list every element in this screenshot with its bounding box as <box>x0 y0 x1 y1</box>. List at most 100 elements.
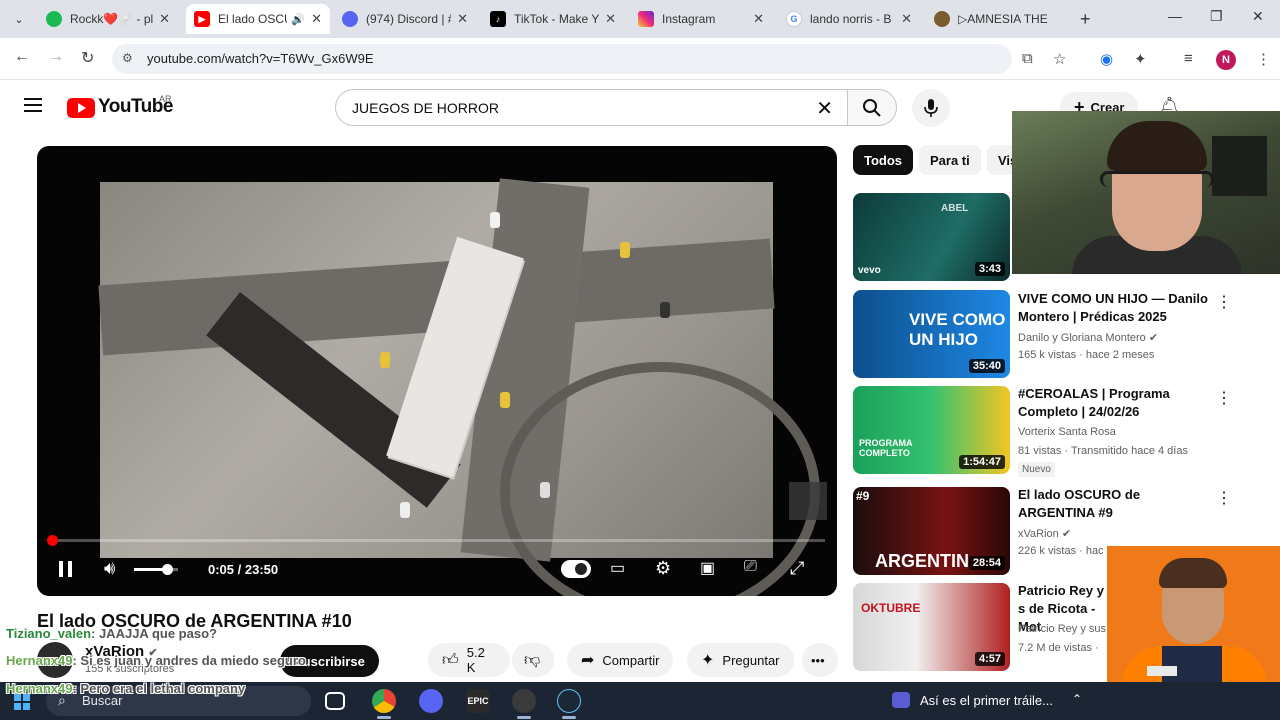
clear-search-icon[interactable]: ✕ <box>816 96 833 121</box>
extensions-icon[interactable]: ✦ <box>1134 50 1147 68</box>
tab-instagram[interactable]: Instagram ✕ <box>630 4 772 34</box>
youtube-icon: ▶ <box>194 11 210 27</box>
profile-avatar[interactable]: N <box>1216 50 1236 70</box>
headset <box>1100 171 1214 187</box>
tab-search-icon[interactable]: ⌄ <box>8 8 30 30</box>
cast-icon[interactable]: ⎚ <box>744 558 757 576</box>
tab-youtube-active[interactable]: ▶ El lado OSCU 🔊 ✕ <box>186 4 330 34</box>
close-tab-icon[interactable]: ✕ <box>457 11 468 27</box>
minimize-icon[interactable]: — <box>1168 8 1182 24</box>
more-vertical-icon[interactable]: ⋮ <box>1216 388 1232 408</box>
instagram-icon <box>638 11 654 27</box>
more-vertical-icon[interactable]: ⋮ <box>1216 292 1232 312</box>
chat-message: Tiziano_valen: JAAJJA que paso? <box>6 626 217 641</box>
spotify-icon <box>46 11 62 27</box>
rec-channel[interactable]: Patricio Rey y sus <box>1018 623 1106 635</box>
rec-thumbnail[interactable]: ABEL vevo 3:43 <box>853 193 1010 281</box>
media-controls-icon[interactable]: ≡ <box>1184 50 1193 67</box>
close-tab-icon[interactable]: ✕ <box>311 11 322 27</box>
youtube-logo-icon[interactable] <box>67 98 95 118</box>
chip-todos[interactable]: Todos <box>853 145 914 175</box>
close-tab-icon[interactable]: ✕ <box>753 11 764 27</box>
epic-games-icon[interactable]: EPIC <box>466 689 490 713</box>
browser-toolbar: ← → ↻ ⚙ youtube.com/watch?v=T6Wv_Gx6W9E … <box>0 38 1280 80</box>
extension-active-icon[interactable]: ◉ <box>1100 50 1113 68</box>
more-actions-button[interactable]: ••• <box>802 643 838 677</box>
close-tab-icon[interactable]: ✕ <box>901 11 912 27</box>
close-window-icon[interactable]: ✕ <box>1252 8 1264 25</box>
hamburger-menu-icon[interactable] <box>24 98 42 112</box>
search-input[interactable]: JUEGOS DE HORROR ✕ <box>335 89 847 126</box>
audio-playing-icon[interactable]: 🔊 <box>291 13 305 26</box>
install-app-icon[interactable]: ⧉ <box>1022 50 1033 67</box>
rec-meta: 81 vistas · Transmitido hace 4 días <box>1018 445 1188 457</box>
rec-title[interactable]: El lado OSCURO de ARGENTINA #9 <box>1018 486 1208 522</box>
chrome-icon[interactable] <box>372 689 396 713</box>
obs-icon[interactable] <box>512 689 536 713</box>
voice-search-button[interactable] <box>912 89 950 127</box>
rec-thumbnail[interactable]: #9 ARGENTIN 28:54 <box>853 487 1010 575</box>
tab-google[interactable]: G lando norris - B ✕ <box>778 4 920 34</box>
back-icon[interactable]: ← <box>14 48 30 66</box>
theater-mode-icon[interactable]: ▣ <box>700 558 715 578</box>
rec-thumbnail[interactable]: OKTUBRE 4:57 <box>853 583 1010 671</box>
rec-channel[interactable]: Danilo y Gloriana Montero ✔ <box>1018 331 1213 344</box>
close-tab-icon[interactable]: ✕ <box>159 11 170 27</box>
dislike-button[interactable]: 👎︎ <box>512 643 554 677</box>
reload-icon[interactable]: ↻ <box>81 48 94 68</box>
sparkle-icon: ✦ <box>701 652 715 669</box>
new-tab-button[interactable]: + <box>1080 9 1091 30</box>
search-button[interactable] <box>847 89 897 126</box>
country-code: AR <box>159 94 172 104</box>
rec-channel[interactable]: Vorterix Santa Rosa <box>1018 426 1213 438</box>
tab-amnesia[interactable]: ▷AMNESIA THE <box>926 4 1074 34</box>
video-player[interactable]: 🔊︎ 0:05 / 23:50 ▭ ⚙ ▣ ⎚ ⤢ <box>37 146 837 596</box>
like-button[interactable]: 👍︎ 5.2 K <box>428 643 510 677</box>
media-app-icon <box>892 692 910 708</box>
ask-button[interactable]: ✦ Preguntar <box>687 643 794 677</box>
steam-icon[interactable] <box>557 689 581 713</box>
rec-thumbnail[interactable]: PROGRAMA COMPLETO 1:54:47 <box>853 386 1010 474</box>
rec-thumbnail[interactable]: VIVE COMO UN HIJO 35:40 <box>853 290 1010 378</box>
tab-tiktok[interactable]: ♪ TikTok - Make Y ✕ <box>482 4 624 34</box>
subtitles-icon[interactable]: ▭ <box>610 558 625 578</box>
site-info-icon[interactable]: ⚙ <box>122 51 133 65</box>
verified-badge-icon: ✔ <box>1148 332 1159 344</box>
more-vertical-icon[interactable]: ⋮ <box>1216 488 1232 508</box>
progress-bar[interactable] <box>46 535 825 546</box>
fullscreen-icon[interactable]: ⤢ <box>790 558 804 579</box>
discord-icon <box>342 11 358 27</box>
share-button[interactable]: ➦ Compartir <box>567 643 674 677</box>
restore-icon[interactable]: ❐ <box>1210 8 1223 25</box>
verified-badge-icon: ✔ <box>1061 528 1072 540</box>
windows-start-icon[interactable] <box>14 694 30 710</box>
share-arrow-icon: ➦ <box>581 652 595 669</box>
tab-discord[interactable]: (974) Discord | # ✕ <box>334 4 476 34</box>
bookmark-star-icon[interactable]: ☆ <box>1053 50 1066 68</box>
address-bar[interactable]: ⚙ youtube.com/watch?v=T6Wv_Gx6W9E <box>112 44 1012 74</box>
now-playing-widget[interactable]: Así es el primer tráile... <box>892 692 1053 708</box>
autoplay-toggle[interactable] <box>561 560 591 578</box>
time-display: 0:05 / 23:50 <box>208 562 279 577</box>
settings-gear-icon[interactable]: ⚙ <box>655 558 671 579</box>
pause-button[interactable] <box>59 561 73 577</box>
rec-channel[interactable]: xVaRion ✔ <box>1018 527 1213 540</box>
channel-watermark[interactable] <box>789 482 827 520</box>
tab-spotify[interactable]: Rockk❤️🩹 - pl ✕ <box>38 4 178 34</box>
forward-icon[interactable]: → <box>48 48 64 66</box>
chip-para-ti[interactable]: Para ti <box>919 145 981 175</box>
rec-title[interactable]: VIVE COMO UN HIJO — Danilo Montero | Pré… <box>1018 290 1208 326</box>
progress-scrubber[interactable] <box>46 535 58 546</box>
volume-knob[interactable] <box>162 564 173 575</box>
task-view-icon[interactable] <box>325 692 345 710</box>
browser-menu-icon[interactable]: ⋮ <box>1256 50 1271 68</box>
google-icon: G <box>786 11 802 27</box>
more-horizontal-icon: ••• <box>811 652 825 668</box>
tray-expand-icon[interactable]: ⌃ <box>1072 692 1082 706</box>
volume-icon[interactable]: 🔊︎ <box>104 558 115 579</box>
rec-title[interactable]: #CEROALAS | Programa Completo | 24/02/26 <box>1018 385 1208 421</box>
video-frame <box>98 178 820 596</box>
discord-taskbar-icon[interactable] <box>419 689 443 713</box>
thumbs-down-icon: 👎︎ <box>524 651 541 669</box>
close-tab-icon[interactable]: ✕ <box>605 11 616 27</box>
